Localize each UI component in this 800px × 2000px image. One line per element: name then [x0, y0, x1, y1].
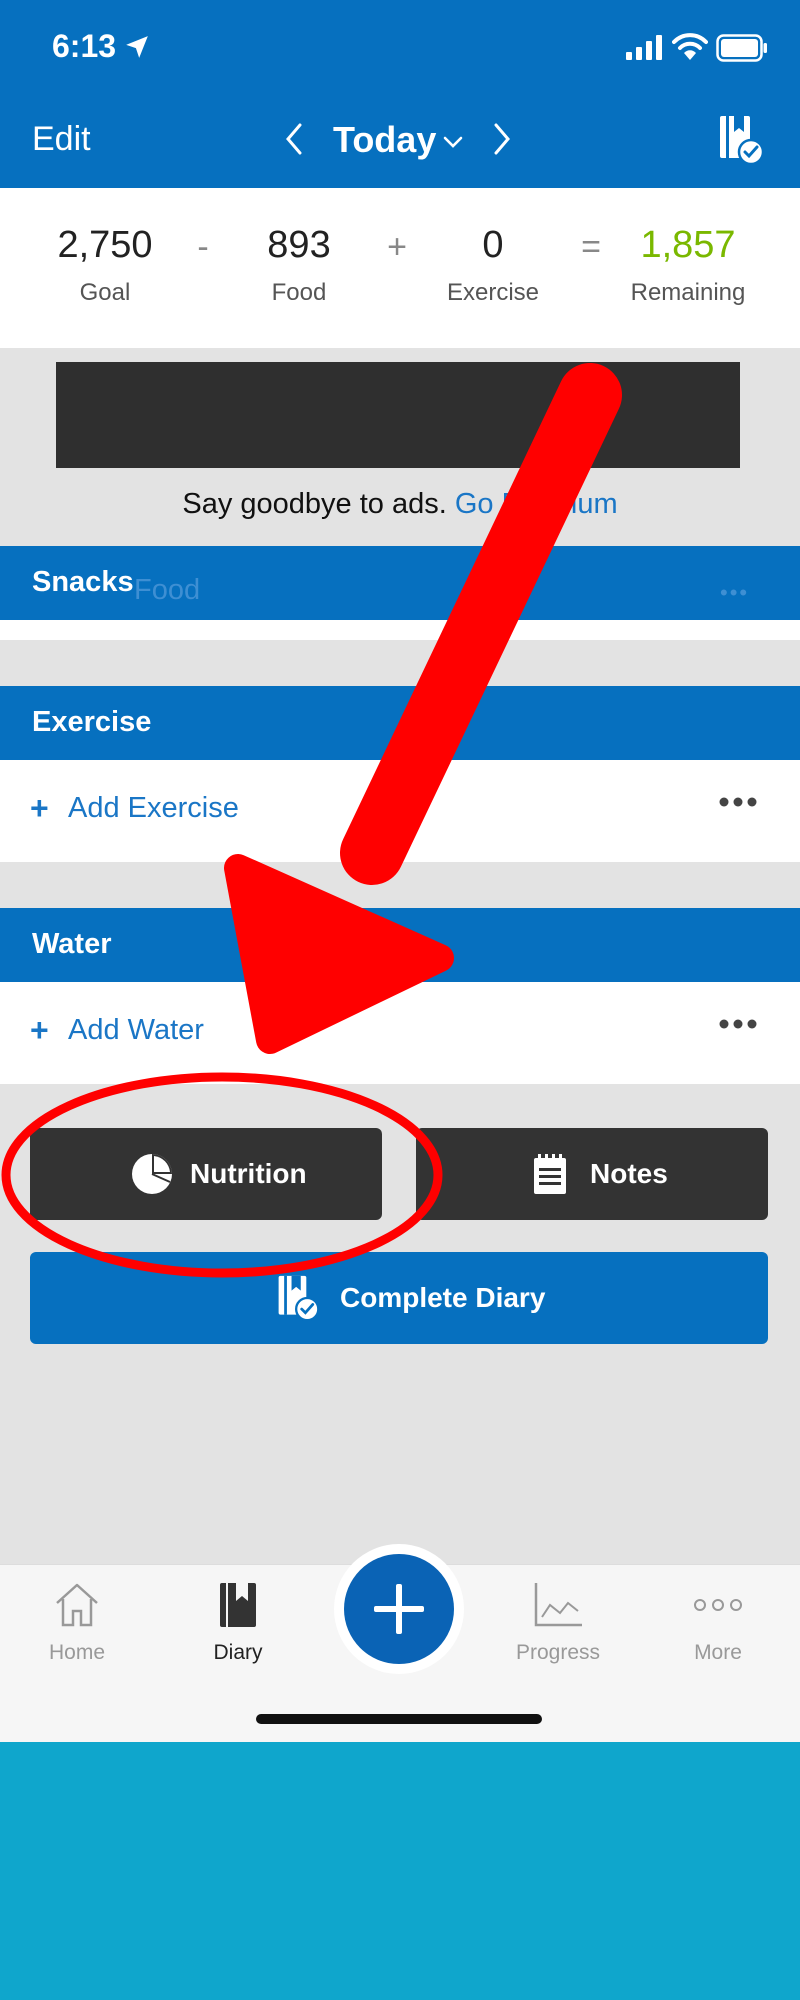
water-header: Water	[0, 908, 800, 982]
add-water-row[interactable]: + Add Water	[0, 982, 800, 1084]
notes-label: Notes	[590, 1158, 668, 1189]
diary-check-icon[interactable]	[718, 114, 764, 166]
chevron-left-icon[interactable]	[282, 122, 306, 156]
ad-message: Say goodbye to ads. Go Premium	[0, 488, 800, 521]
location-arrow-icon	[126, 36, 148, 58]
tab-more-label: More	[694, 1641, 742, 1664]
water-title: Water	[32, 928, 112, 960]
notes-button[interactable]: Notes	[416, 1128, 768, 1220]
wifi-icon	[672, 33, 708, 60]
exercise-label: Exercise	[446, 279, 540, 306]
tab-diary[interactable]: Diary	[178, 1579, 298, 1665]
exercise-stat: 0 Exercise	[403, 224, 583, 307]
add-exercise-row[interactable]: + Add Exercise	[0, 760, 800, 862]
remaining-value: 1,857	[640, 224, 736, 266]
chevron-down-icon[interactable]	[442, 132, 464, 152]
top-bar: 6:13 Edit Today	[0, 0, 800, 188]
add-water-link[interactable]: Add Water	[68, 1014, 204, 1047]
exercise-header: Exercise	[0, 686, 800, 760]
exercise-title: Exercise	[32, 706, 152, 738]
edit-button[interactable]: Edit	[32, 120, 91, 159]
nutrition-label: Nutrition	[190, 1158, 307, 1189]
goal-value: 2,750	[57, 224, 153, 266]
food-label: Food	[271, 279, 327, 306]
battery-icon	[716, 34, 767, 62]
snacks-title: Snacks	[32, 566, 134, 598]
pie-chart-icon	[132, 1154, 172, 1194]
add-button[interactable]	[344, 1554, 454, 1664]
notepad-icon	[534, 1154, 566, 1194]
home-icon	[56, 1583, 98, 1627]
tab-progress-label: Progress	[515, 1641, 601, 1664]
ad-banner[interactable]	[56, 362, 740, 468]
complete-diary-label: Complete Diary	[340, 1282, 546, 1313]
ad-text: Say goodbye to ads.	[182, 488, 455, 520]
plus-icon: +	[30, 1012, 49, 1048]
date-selector[interactable]: Today	[333, 119, 436, 161]
diary-check-icon	[278, 1275, 320, 1322]
complete-diary-button[interactable]: Complete Diary	[30, 1252, 768, 1344]
tab-more[interactable]: More	[658, 1579, 778, 1665]
more-icon	[694, 1599, 742, 1611]
tab-diary-label: Diary	[213, 1641, 263, 1664]
more-options-icon[interactable]	[718, 1018, 758, 1030]
remaining-label: Remaining	[630, 279, 746, 306]
remaining-stat: 1,857 Remaining	[598, 224, 778, 307]
status-time: 6:13	[52, 28, 117, 64]
go-premium-link[interactable]: Go Premium	[455, 488, 618, 520]
calorie-summary[interactable]: 2,750 Goal - 893 Food + 0 Exercise = 1,8…	[0, 188, 800, 348]
food-stat: 893 Food	[209, 224, 389, 307]
food-value: 893	[267, 224, 331, 266]
chevron-right-icon[interactable]	[490, 122, 514, 156]
tab-progress[interactable]: Progress	[498, 1579, 618, 1665]
goal-stat: 2,750 Goal	[15, 224, 195, 307]
chart-icon	[534, 1583, 582, 1627]
snacks-header: Snacks Food •••	[0, 546, 800, 620]
nutrition-button[interactable]: Nutrition	[30, 1128, 382, 1220]
snacks-add-food-ghost: Food	[134, 574, 201, 606]
tab-home-label: Home	[48, 1641, 106, 1664]
diary-screen: 6:13 Edit Today 2,750 Goal - 893 Food + …	[0, 0, 800, 1742]
plus-icon	[374, 1584, 424, 1634]
snacks-row	[0, 620, 800, 640]
goal-label: Goal	[79, 279, 131, 306]
more-options-icon[interactable]	[718, 796, 758, 808]
ghost-more-icon: •••	[720, 580, 750, 605]
diary-icon	[220, 1583, 256, 1627]
home-indicator	[256, 1714, 542, 1724]
plus-icon: +	[30, 790, 49, 826]
exercise-value: 0	[482, 224, 504, 266]
signal-icon	[626, 35, 662, 60]
tab-home[interactable]: Home	[17, 1579, 137, 1665]
add-exercise-link[interactable]: Add Exercise	[68, 792, 239, 825]
